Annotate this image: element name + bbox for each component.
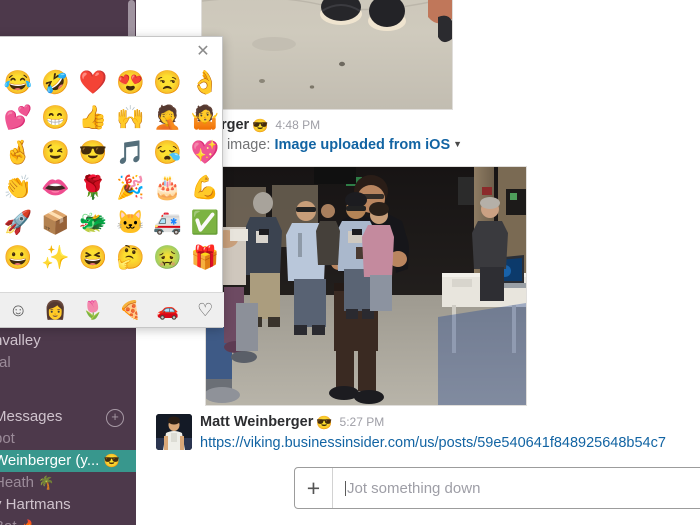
sidebar-item-bat[interactable]: Bat 🔥	[0, 516, 136, 525]
emoji-button[interactable]: 💖	[186, 135, 223, 170]
emoji-button[interactable]: 🚀	[0, 205, 37, 240]
emoji-button[interactable]: 🎉	[112, 170, 149, 205]
sidebar-section-label: Messages	[0, 408, 63, 425]
attachment-photo-floor[interactable]	[201, 0, 453, 110]
message-composer[interactable]: + Jot something down @	[294, 467, 700, 509]
sidebar-item-label: Bat	[0, 516, 17, 525]
emoji-button[interactable]: 🤢	[149, 240, 186, 275]
message-input[interactable]: Jot something down	[333, 480, 700, 497]
emoji-button[interactable]: 🐱	[112, 205, 149, 240]
sidebar-item-weinberger[interactable]: Weinberger (y... 😎	[0, 450, 136, 472]
chevron-down-icon[interactable]: ▼	[453, 139, 462, 149]
sidebar-item-label: Heath	[0, 474, 35, 491]
smileys-icon[interactable]: ☺	[0, 301, 37, 319]
photo-event-image	[206, 167, 526, 405]
close-icon[interactable]: ✕	[194, 43, 212, 61]
emoji-button[interactable]: 🙌	[112, 100, 149, 135]
sidebar-item-status-emoji: 😎	[103, 453, 120, 468]
nature-icon[interactable]: 🌷	[74, 301, 111, 319]
emoji-button[interactable]: 🤞	[0, 135, 37, 170]
emoji-button[interactable]: 🤔	[112, 240, 149, 275]
sidebar-item-label: ral	[0, 354, 11, 371]
sidebar-item-ral[interactable]: ral	[0, 352, 136, 374]
emoji-button[interactable]: 🤣	[37, 65, 74, 100]
emoji-button[interactable]: 😪	[149, 135, 186, 170]
food-icon[interactable]: 🍕	[112, 301, 149, 319]
sidebar-item-label: nvalley	[0, 332, 41, 349]
message-body: https://viking.businessinsider.com/us/po…	[200, 434, 666, 453]
sidebar-item-status-emoji: 🔥	[21, 519, 37, 525]
avatar-image	[156, 414, 192, 450]
add-direct-message-icon[interactable]: +	[106, 409, 124, 427]
emoji-button[interactable]: 👍	[74, 100, 111, 135]
attachment-link[interactable]: Image uploaded from iOS	[275, 137, 451, 153]
emoji-button[interactable]: 🚑	[149, 205, 186, 240]
sidebar-item-label: bot	[0, 430, 15, 447]
emoji-button[interactable]: ❤️	[74, 65, 111, 100]
sidebar-item-status-emoji: 🌴	[38, 475, 55, 490]
emoji-grid: 😭 😂 🤣 ❤️ 😍 😒 👌 🙏 💕 😁 👍 🙌 🤦 🤷 👊 🤞 😉 😎 🎵 😪…	[0, 65, 224, 275]
emoji-button[interactable]: 🎵	[112, 135, 149, 170]
emoji-button[interactable]: 😒	[149, 65, 186, 100]
emoji-button[interactable]: 😍	[112, 65, 149, 100]
sidebar-item-hartmans[interactable]: y Hartmans	[0, 494, 136, 516]
people-icon[interactable]: 👩	[37, 301, 74, 319]
photo-floor-image	[202, 0, 452, 109]
sidebar-divider	[0, 374, 136, 398]
sidebar-section-messages[interactable]: Messages +	[0, 406, 136, 428]
emoji-button[interactable]: ✅	[186, 205, 223, 240]
sidebar-item-bot[interactable]: bot	[0, 428, 136, 450]
message-timestamp: 5:27 PM	[339, 415, 385, 429]
emoji-button[interactable]: 🎁	[186, 240, 223, 275]
emoji-picker[interactable]: ✕ 😭 😂 🤣 ❤️ 😍 😒 👌 🙏 💕 😁 👍 🙌 🤦 🤷 👊 🤞 😉 😎 🎵…	[0, 36, 224, 328]
favorites-icon[interactable]: ♡	[187, 301, 224, 319]
emoji-button[interactable]: 😉	[37, 135, 74, 170]
message-header: Matt Weinberger 😎 5:27 PM	[200, 413, 666, 432]
emoji-button[interactable]: 😆	[74, 240, 111, 275]
avatar[interactable]	[156, 414, 192, 450]
emoji-button[interactable]: 💕	[0, 100, 37, 135]
emoji-button[interactable]: 🐲	[74, 205, 111, 240]
message-input-placeholder: Jot something down	[347, 479, 481, 497]
emoji-button[interactable]: 🤦	[149, 100, 186, 135]
sidebar-item-heath[interactable]: Heath 🌴	[0, 472, 136, 494]
author-status-emoji: 😎	[316, 415, 333, 430]
sidebar-item-label: y Hartmans	[0, 496, 71, 513]
author-status-emoji: 😎	[252, 118, 269, 133]
message-timestamp: 4:48 PM	[275, 118, 321, 132]
emoji-button[interactable]: 🤷	[186, 100, 223, 135]
attachment-photo-event[interactable]	[205, 166, 527, 406]
add-attachment-button[interactable]: +	[295, 468, 333, 508]
message-url-link[interactable]: https://viking.businessinsider.com/us/po…	[200, 435, 666, 451]
message-author[interactable]: Matt Weinberger	[200, 414, 313, 430]
sidebar-channel-list: nvalley ral Messages + bot Weinberger (y…	[0, 330, 136, 525]
emoji-button[interactable]: 😀	[0, 240, 37, 275]
travel-icon[interactable]: 🚗	[149, 301, 186, 319]
emoji-button[interactable]: 🌹	[74, 170, 111, 205]
message-item: Matt Weinberger 😎 5:27 PM https://viking.b…	[200, 413, 666, 453]
emoji-category-tabs: 🕒 ☺ 👩 🌷 🍕 🚗 ♡	[0, 292, 224, 327]
emoji-button[interactable]: 📦	[37, 205, 74, 240]
emoji-button[interactable]: 😁	[37, 100, 74, 135]
emoji-button[interactable]: 😎	[74, 135, 111, 170]
sidebar-item-label: Weinberger (y...	[0, 452, 100, 469]
sidebar-item-nvalley[interactable]: nvalley	[0, 330, 136, 352]
emoji-button[interactable]: 🎂	[149, 170, 186, 205]
emoji-button[interactable]: 💪	[186, 170, 223, 205]
emoji-button[interactable]: 👄	[37, 170, 74, 205]
emoji-button[interactable]: 👌	[186, 65, 223, 100]
text-cursor	[345, 480, 346, 496]
emoji-button[interactable]: 😂	[0, 65, 37, 100]
emoji-button[interactable]: 👏	[0, 170, 37, 205]
slack-window: nvalley ral Messages + bot Weinberger (y…	[0, 0, 700, 525]
emoji-button[interactable]: ✨	[37, 240, 74, 275]
